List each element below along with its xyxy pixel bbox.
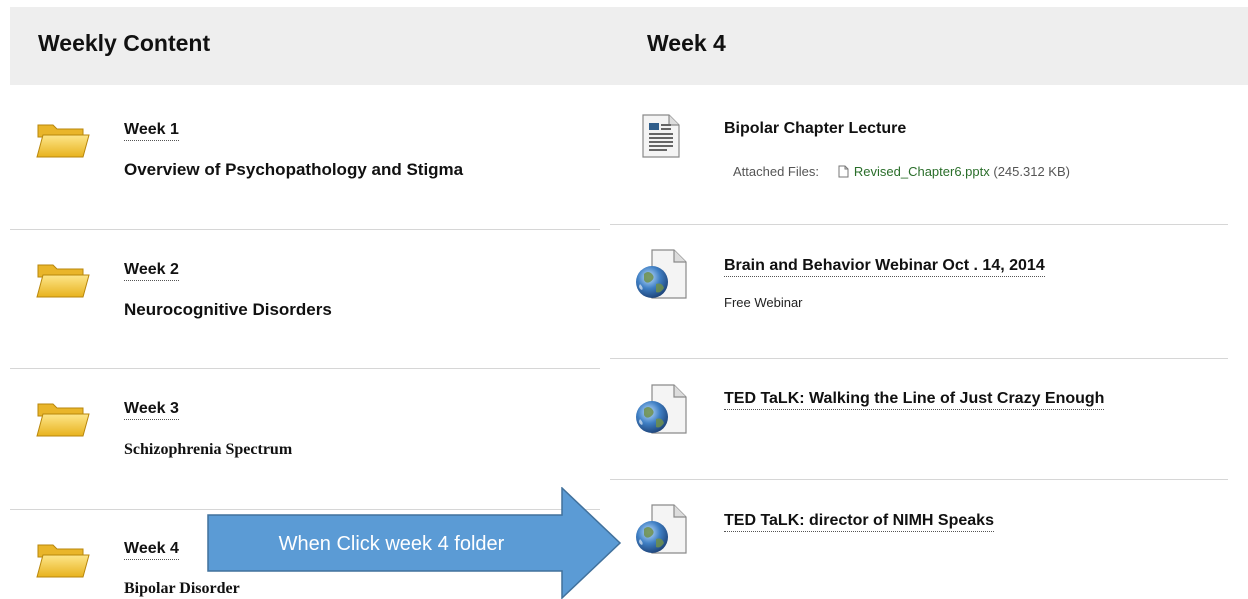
divider <box>610 358 1228 359</box>
folder-icon[interactable] <box>35 537 91 583</box>
divider <box>10 229 600 230</box>
content-item-title-link[interactable]: Brain and Behavior Webinar Oct . 14, 201… <box>724 257 1045 277</box>
folder-icon[interactable] <box>35 257 91 303</box>
folder-week-2-link[interactable]: Week 2 <box>124 261 179 281</box>
content-item-title-link[interactable]: TED TaLK: director of NIMH Speaks <box>724 512 994 532</box>
week-4-panel-title: Week 4 <box>647 30 726 56</box>
content-item-title-link[interactable]: TED TaLK: Walking the Line of Just Crazy… <box>724 390 1105 410</box>
content-item-title[interactable]: Bipolar Chapter Lecture <box>724 120 906 138</box>
attached-file-link[interactable]: Revised_Chapter6.pptx <box>854 164 990 179</box>
folder-icon[interactable] <box>35 396 91 442</box>
document-icon <box>642 114 680 158</box>
globe-icon <box>636 249 687 299</box>
attached-files-label: Attached Files: <box>733 164 819 179</box>
callout-text: When Click week 4 folder <box>278 533 505 555</box>
folder-week-3-link[interactable]: Week 3 <box>124 400 179 420</box>
attached-files-row: Attached Files: Revised_Chapter6.pptx (2… <box>733 164 1070 179</box>
folder-week-2-description: Neurocognitive Disorders <box>124 300 332 319</box>
divider <box>10 368 600 369</box>
file-icon <box>838 165 849 178</box>
weekly-content-title: Weekly Content <box>38 30 211 56</box>
globe-icon <box>636 384 687 434</box>
folder-week-4-link[interactable]: Week 4 <box>124 540 179 560</box>
attached-file-size: (245.312 KB) <box>993 164 1070 179</box>
folder-week-3-description: Schizophrenia Spectrum <box>124 441 293 458</box>
content-item-description: Free Webinar <box>724 295 803 310</box>
divider <box>610 479 1228 480</box>
divider <box>610 224 1228 225</box>
folder-week-1-description: Overview of Psychopathology and Stigma <box>124 160 464 179</box>
folder-week-1-link[interactable]: Week 1 <box>124 121 179 141</box>
globe-icon <box>636 504 687 554</box>
folder-icon[interactable] <box>35 117 91 163</box>
